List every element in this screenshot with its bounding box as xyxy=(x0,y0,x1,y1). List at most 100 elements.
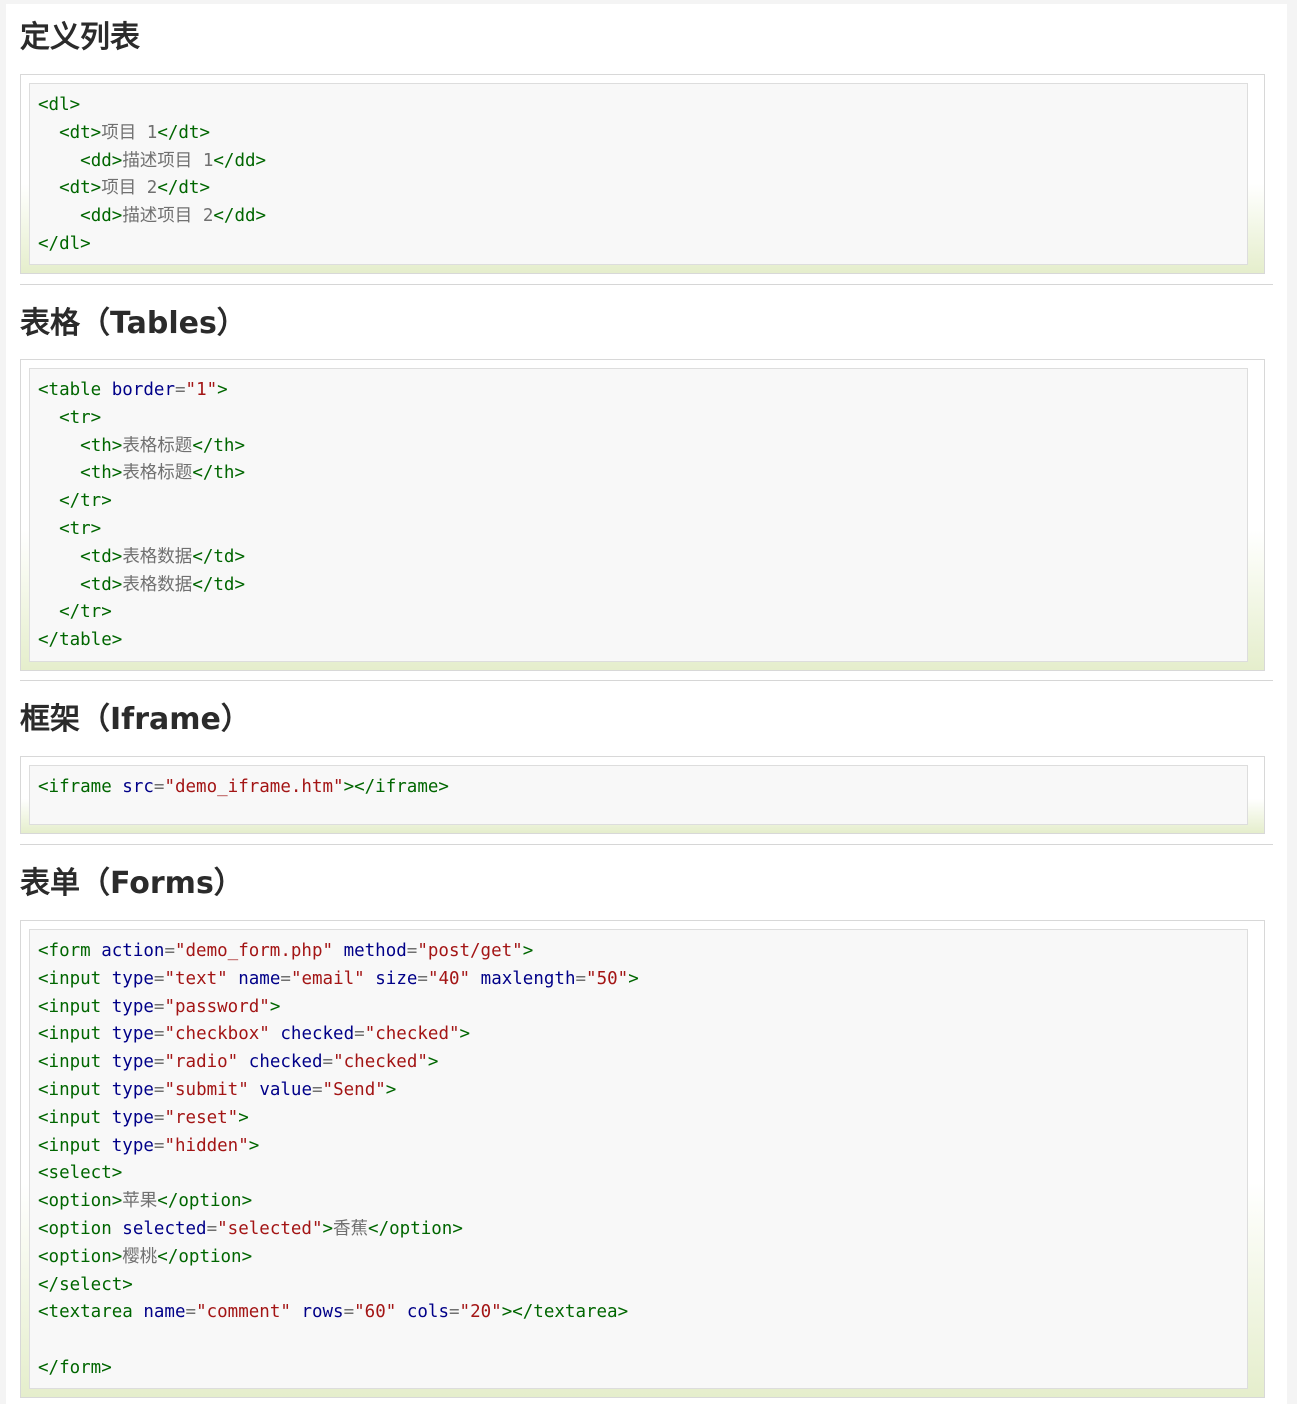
code-attribute: type xyxy=(111,996,154,1017)
code-value: "password" xyxy=(164,996,270,1017)
code-block: <form action="demo_form.php" method="pos… xyxy=(38,938,639,1383)
code-box[interactable]: <dl> <dt>项目 1</dt> <dd>描述项目 1</dd> <dt>项… xyxy=(29,83,1248,265)
code-example: <table border="1"> <tr> <th>表格标题</th> <t… xyxy=(20,359,1265,671)
code-block: <dl> <dt>项目 1</dt> <dd>描述项目 1</dd> <dt>项… xyxy=(38,92,266,259)
code-line: <dl> xyxy=(38,92,266,120)
code-text: = xyxy=(417,968,428,989)
code-attribute: type xyxy=(111,1052,154,1073)
code-tag: <input xyxy=(38,1135,112,1156)
section-title: 框架（Iframe） xyxy=(20,702,251,737)
code-tag: <textarea xyxy=(38,1302,144,1323)
code-tag: <option> xyxy=(38,1246,123,1267)
code-text: 描述项目 2 xyxy=(122,206,214,227)
code-text: 表格标题 xyxy=(122,463,193,484)
code-attribute: size xyxy=(375,968,418,989)
code-line: </tr> xyxy=(38,488,245,516)
code-text: 樱桃 xyxy=(122,1246,158,1267)
code-tag: <th> xyxy=(80,435,123,456)
code-tag: <td> xyxy=(80,574,123,595)
code-tag: <input xyxy=(38,1024,112,1045)
code-line: <td>表格数据</td> xyxy=(38,572,245,600)
code-line: <input type="submit" value="Send"> xyxy=(38,1077,639,1105)
code-line: <iframe src="demo_iframe.htm"></iframe> xyxy=(38,774,449,802)
code-attribute: type xyxy=(111,1079,154,1100)
code-tag: > xyxy=(522,941,534,961)
code-tag: > xyxy=(628,968,639,989)
code-tag: </td> xyxy=(192,546,245,567)
code-value: "60" xyxy=(354,1302,397,1323)
code-tag: </tr> xyxy=(59,491,112,512)
code-box[interactable]: <form action="demo_form.php" method="pos… xyxy=(29,929,1248,1389)
code-attribute: maxlength xyxy=(480,968,576,989)
code-tag: <option> xyxy=(38,1191,123,1212)
code-value: "text" xyxy=(164,968,228,989)
code-value: "hidden" xyxy=(164,1135,249,1156)
code-line: <option selected="selected">香蕉</option> xyxy=(38,1216,639,1244)
code-value: "checkbox" xyxy=(164,1024,270,1045)
code-tag: ></textarea> xyxy=(501,1302,629,1323)
code-tag: > xyxy=(385,1079,397,1100)
code-tag: > xyxy=(238,1107,249,1128)
code-value: "post/get" xyxy=(417,941,523,961)
code-value: "comment" xyxy=(196,1302,291,1323)
code-attribute: checked xyxy=(280,1024,355,1045)
code-line: <tr> xyxy=(38,516,245,544)
code-text: = xyxy=(280,968,291,989)
code-text: 描述项目 1 xyxy=(122,150,214,171)
code-tag: </dd> xyxy=(213,206,267,227)
code-tag: > xyxy=(217,380,228,400)
code-value: "demo_iframe.htm" xyxy=(164,777,344,797)
code-tag: </option> xyxy=(157,1246,253,1267)
code-text: = xyxy=(153,1024,165,1045)
code-tag: </th> xyxy=(192,463,245,484)
code-tag: <input xyxy=(38,1079,112,1100)
code-text: = xyxy=(153,968,165,989)
code-text: = xyxy=(206,1218,218,1239)
code-tag: <input xyxy=(38,968,112,989)
section-iframe: 框架（Iframe） <iframe src="demo_iframe.htm"… xyxy=(20,700,1273,836)
code-text: = xyxy=(153,1079,165,1100)
code-value: "email" xyxy=(290,968,365,989)
code-tag: ></iframe> xyxy=(343,777,449,797)
code-box[interactable]: <table border="1"> <tr> <th>表格标题</th> <t… xyxy=(29,368,1248,662)
code-attribute: action xyxy=(101,941,165,961)
code-text: = xyxy=(354,1024,365,1045)
code-line: <option>樱桃</option> xyxy=(38,1244,639,1272)
code-tag: <dd> xyxy=(80,206,123,227)
code-value: "Send" xyxy=(322,1079,386,1100)
code-line: <input type="checkbox" checked="checked"… xyxy=(38,1021,639,1049)
code-line: </select> xyxy=(38,1272,639,1300)
code-example: <form action="demo_form.php" method="pos… xyxy=(20,920,1265,1398)
code-tag: <input xyxy=(38,1107,112,1128)
code-tag: <table xyxy=(38,380,112,400)
code-line: <th>表格标题</th> xyxy=(38,460,245,488)
code-tag: <tr> xyxy=(59,407,102,428)
divider xyxy=(20,844,1273,845)
code-tag: <dt> xyxy=(59,122,102,143)
code-attribute: checked xyxy=(248,1052,323,1073)
code-tag: <dl> xyxy=(38,95,81,115)
section-forms: 表单（Forms） <form action="demo_form.php" m… xyxy=(20,864,1273,1400)
code-tag: </option> xyxy=(157,1191,253,1212)
code-attribute: type xyxy=(111,1107,154,1128)
divider xyxy=(20,284,1273,285)
code-text: = xyxy=(153,1107,165,1128)
code-example: <dl> <dt>项目 1</dt> <dd>描述项目 1</dd> <dt>项… xyxy=(20,74,1265,274)
code-tag: <iframe xyxy=(38,777,123,797)
code-line: <form action="demo_form.php" method="pos… xyxy=(38,938,639,966)
code-text: = xyxy=(174,380,186,400)
code-line: <input type="hidden"> xyxy=(38,1133,639,1161)
code-box[interactable]: <iframe src="demo_iframe.htm"></iframe> xyxy=(29,765,1248,825)
code-tag: </dl> xyxy=(38,233,91,254)
code-value: "40" xyxy=(427,968,471,989)
code-text: 表格数据 xyxy=(122,546,193,567)
